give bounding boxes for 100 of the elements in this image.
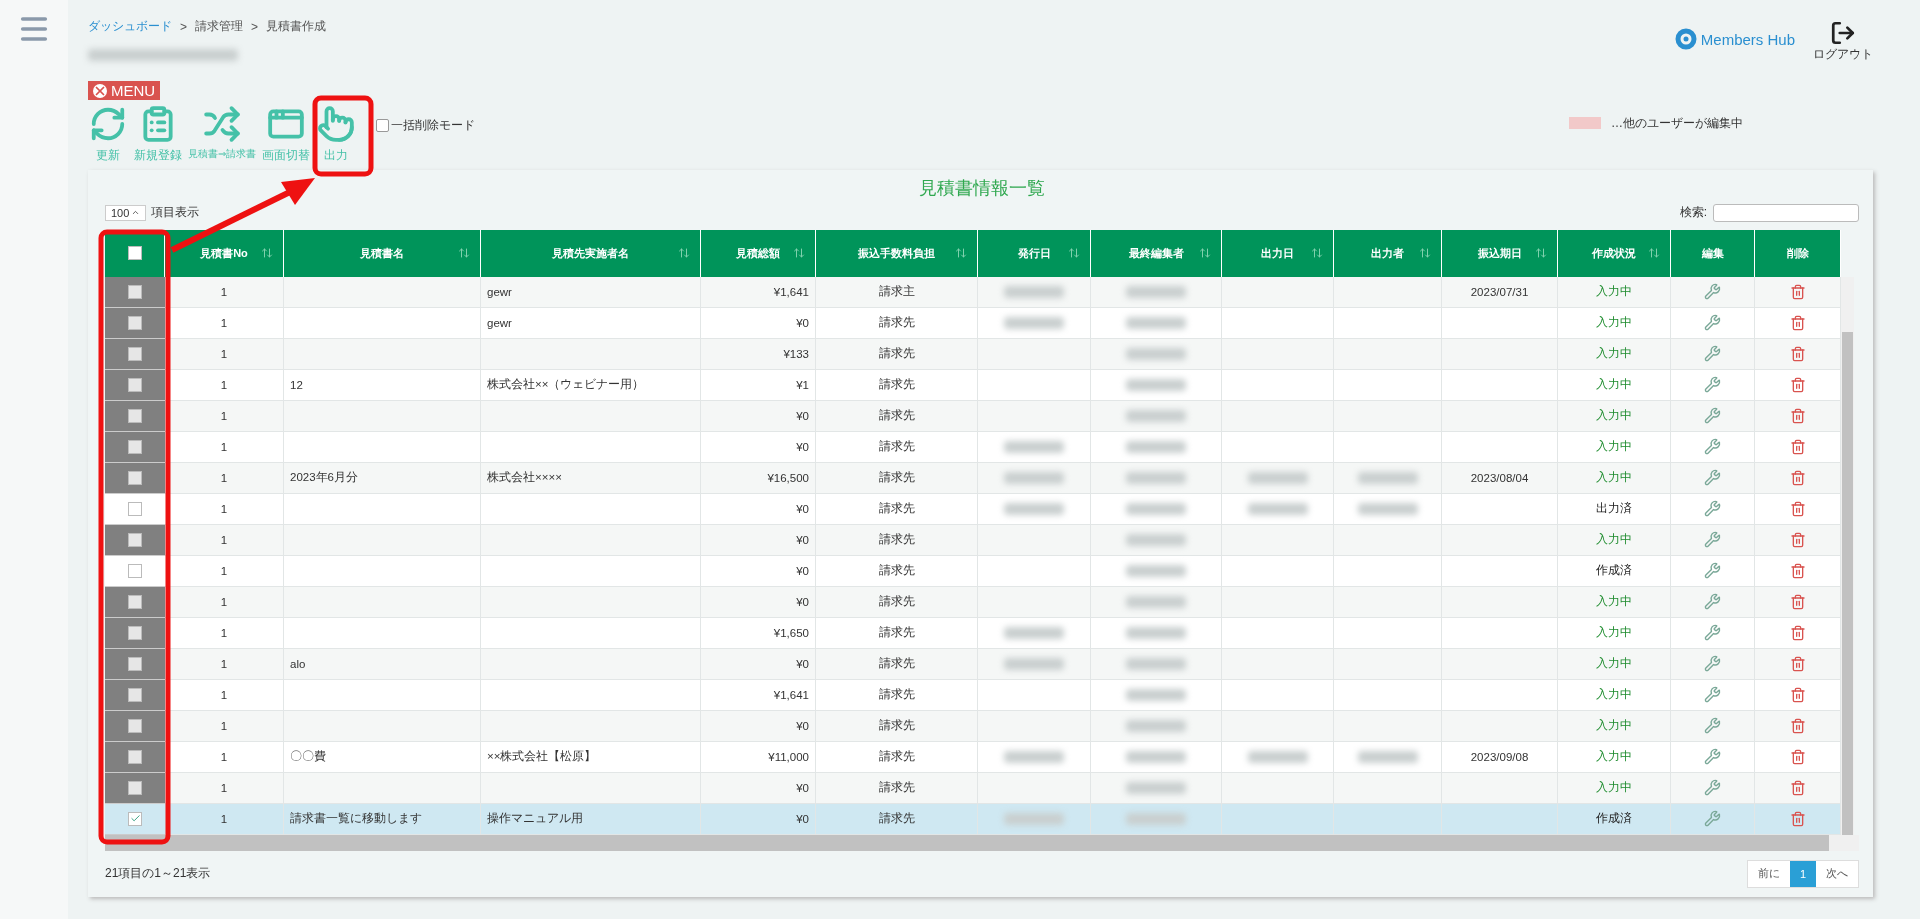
column-header[interactable]: 発行日 (978, 229, 1091, 277)
table-cell: 1 (165, 710, 284, 742)
trash-icon[interactable] (1789, 531, 1806, 548)
blurred-text (1004, 657, 1064, 670)
close-icon (93, 83, 107, 98)
trash-icon[interactable] (1789, 686, 1806, 703)
wrench-icon[interactable] (1704, 314, 1721, 331)
trash-icon[interactable] (1789, 717, 1806, 734)
row-checkbox[interactable] (128, 501, 142, 516)
wrench-icon[interactable] (1704, 593, 1721, 610)
table-cell: 請求先 (816, 431, 978, 463)
page-length-select[interactable]: 100 (105, 204, 147, 221)
toolbar-button[interactable]: 画面切替 (262, 104, 311, 164)
wrench-icon[interactable] (1704, 469, 1721, 486)
sort-icon (1535, 247, 1547, 259)
table-cell: 1 (165, 617, 284, 649)
table-cell: 12 (284, 369, 481, 401)
select-all-checkbox[interactable] (127, 246, 142, 260)
column-header[interactable]: 出力日 (1222, 229, 1334, 277)
status-cell: 入力中 (1558, 338, 1671, 370)
breadcrumb-separator: > (180, 19, 187, 34)
wrench-icon[interactable] (1704, 407, 1721, 424)
column-header[interactable]: 振込期日 (1442, 229, 1558, 277)
toolbar-button[interactable]: 出力 (316, 104, 357, 164)
wrench-icon[interactable] (1704, 779, 1721, 796)
wrench-icon[interactable] (1704, 438, 1721, 455)
column-header[interactable]: 最終編集者 (1091, 229, 1222, 277)
wrench-icon[interactable] (1704, 562, 1721, 579)
blurred-text (1126, 533, 1186, 546)
breadcrumb-item: 見積書作成 (266, 18, 327, 35)
trash-icon[interactable] (1789, 407, 1806, 424)
status-cell: 入力中 (1558, 648, 1671, 680)
trash-icon[interactable] (1789, 562, 1806, 579)
row-checkbox[interactable] (128, 563, 142, 578)
wrench-icon[interactable] (1704, 748, 1721, 765)
wrench-icon[interactable] (1704, 624, 1721, 641)
table-cell: 1 (165, 338, 284, 370)
trash-icon[interactable] (1789, 314, 1806, 331)
column-header[interactable]: 見積総額 (701, 229, 816, 277)
column-header[interactable]: 見積書名 (284, 229, 481, 277)
logo-icon (1674, 28, 1697, 50)
trash-icon[interactable] (1789, 779, 1806, 796)
row-checkbox[interactable] (128, 811, 142, 826)
table-cell: 1 (165, 803, 284, 835)
toolbar-button[interactable]: 更新 (88, 104, 128, 164)
trash-icon[interactable] (1789, 469, 1806, 486)
trash-icon[interactable] (1789, 810, 1806, 827)
trash-icon[interactable] (1789, 345, 1806, 362)
wrench-icon[interactable] (1704, 500, 1721, 517)
trash-icon[interactable] (1789, 593, 1806, 610)
trash-icon[interactable] (1789, 748, 1806, 765)
toolbar-button[interactable]: 見積書⇒請求書 (188, 104, 257, 161)
wrench-icon[interactable] (1704, 810, 1721, 827)
table-cell: ¥16,500 (701, 462, 816, 494)
table-cell: 2023/09/08 (1442, 741, 1558, 773)
table-cell: 請求先 (816, 679, 978, 711)
wrench-icon[interactable] (1704, 686, 1721, 703)
table-cell: alo (284, 648, 481, 680)
trash-icon[interactable] (1789, 438, 1806, 455)
column-header[interactable]: 作成状況 (1558, 229, 1671, 277)
blurred-text (1126, 564, 1186, 577)
vertical-scrollbar[interactable] (1841, 276, 1854, 835)
column-header[interactable]: 振込手数料負担 (816, 229, 978, 277)
wrench-icon[interactable] (1704, 531, 1721, 548)
table-cell: 1 (165, 524, 284, 556)
table-cell: 1 (165, 493, 284, 525)
wrench-icon[interactable] (1704, 717, 1721, 734)
table-cell: 請求先 (816, 307, 978, 339)
table-cell: gewr (481, 276, 701, 308)
column-header[interactable]: 見積書No (165, 229, 284, 277)
table-cell: 1 (165, 369, 284, 401)
bulk-delete-checkbox[interactable]: 一括削除モード (376, 116, 476, 134)
trash-icon[interactable] (1789, 655, 1806, 672)
trash-icon[interactable] (1789, 500, 1806, 517)
table-cell: 請求先 (816, 741, 978, 773)
wrench-icon[interactable] (1704, 376, 1721, 393)
column-header[interactable]: 出力者 (1334, 229, 1442, 277)
breadcrumb-link[interactable]: ダッシュボード (88, 18, 172, 35)
search-field[interactable] (1713, 203, 1859, 222)
wrench-icon[interactable] (1704, 283, 1721, 300)
card-title: 見積書情報一覧 (918, 176, 1046, 200)
trash-icon[interactable] (1789, 283, 1806, 300)
logout-icon (1830, 20, 1856, 46)
blurred-text (1357, 750, 1418, 763)
toolbar-button[interactable]: 新規登録 (134, 104, 182, 164)
trash-icon[interactable] (1789, 624, 1806, 641)
sort-icon (261, 247, 273, 259)
table-cell: ¥0 (701, 307, 816, 339)
wrench-icon[interactable] (1704, 345, 1721, 362)
table-cell: ¥1,641 (701, 276, 816, 308)
trash-icon[interactable] (1789, 376, 1806, 393)
menu-badge[interactable]: MENU (88, 81, 161, 100)
table-cell: 1 (165, 586, 284, 618)
column-header[interactable]: 見積先実施者名 (481, 229, 701, 277)
pagination-button[interactable]: 1 (1789, 860, 1816, 887)
table-cell: 2023年6月分 (284, 462, 481, 494)
wrench-icon[interactable] (1704, 655, 1721, 672)
sort-icon (955, 247, 967, 259)
blurred-text (1126, 316, 1186, 329)
logout-button[interactable]: ログアウト (1813, 20, 1873, 63)
